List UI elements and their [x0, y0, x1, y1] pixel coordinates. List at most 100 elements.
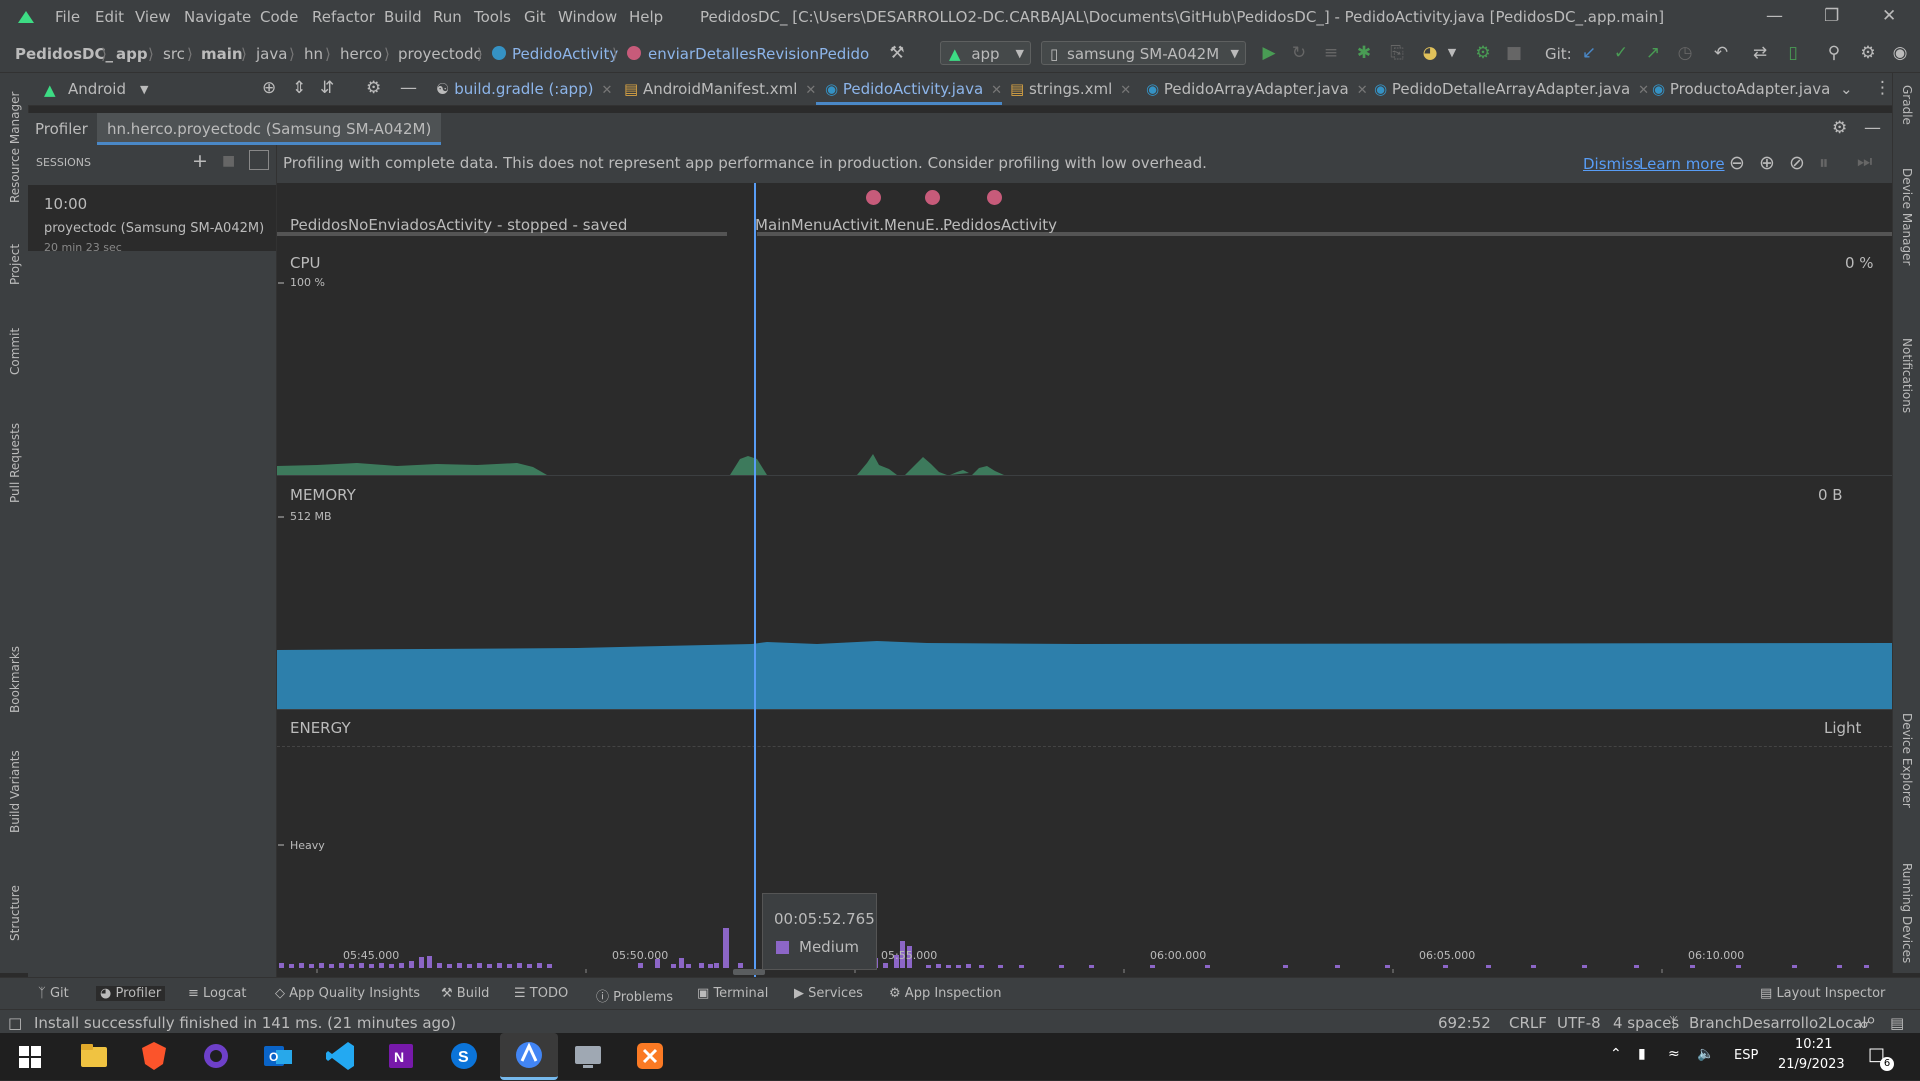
breadcrumb-project[interactable]: PedidosDC_: [15, 45, 113, 63]
file-tab-manifest[interactable]: ▤ AndroidManifest.xml ✕: [624, 80, 816, 98]
file-tab-strings[interactable]: ▤ strings.xml ✕: [1010, 80, 1131, 98]
hide-icon[interactable]: —: [400, 78, 417, 98]
menu-edit[interactable]: Edit: [95, 8, 124, 26]
close-icon[interactable]: ✕: [1357, 83, 1368, 98]
xampp-icon[interactable]: [632, 1038, 668, 1074]
tool-device-manager[interactable]: Device Manager: [1900, 168, 1914, 265]
profile-icon[interactable]: ◕: [1421, 44, 1439, 62]
remote-desktop-icon[interactable]: [570, 1038, 606, 1074]
session-item[interactable]: 10:00 proyectodc (Samsung SM-A042M) 20 m…: [28, 185, 276, 254]
add-session-icon[interactable]: +: [192, 150, 208, 172]
tool-device-explorer[interactable]: Device Explorer: [1900, 713, 1914, 808]
tool-project[interactable]: Project: [8, 244, 22, 285]
close-icon[interactable]: ✕: [1638, 83, 1649, 98]
git-commit-icon[interactable]: ✓: [1612, 44, 1630, 62]
tool-bookmarks[interactable]: Bookmarks: [8, 646, 22, 713]
zoom-in-icon[interactable]: ⊕: [1759, 152, 1775, 174]
gear-icon[interactable]: ⚙: [366, 78, 381, 98]
tool-profiler[interactable]: ◕ Profiler: [96, 986, 166, 1001]
gradle-sync-icon[interactable]: ⇄: [1751, 44, 1769, 62]
close-icon[interactable]: ✕: [805, 83, 816, 98]
tool-resource-manager[interactable]: Resource Manager: [8, 92, 22, 203]
breadcrumb-app[interactable]: app: [116, 45, 148, 63]
tool-gradle[interactable]: Gradle: [1900, 85, 1914, 125]
tool-app-quality-insights[interactable]: ◇ App Quality Insights: [275, 986, 420, 1001]
brave-browser-icon[interactable]: [136, 1038, 172, 1074]
session-tab[interactable]: hn.herco.proyectodc (Samsung SM-A042M): [97, 113, 442, 145]
go-live-icon[interactable]: ⏭: [1857, 152, 1872, 172]
android-studio-taskbar-icon[interactable]: [500, 1033, 558, 1080]
tool-pull-requests[interactable]: Pull Requests: [8, 423, 22, 503]
stop-session-icon[interactable]: ■: [222, 153, 235, 169]
project-view-mode[interactable]: Android: [68, 80, 126, 98]
breadcrumb-java[interactable]: java: [256, 45, 287, 63]
app-inspection-icon[interactable]: ⚙: [1474, 44, 1492, 62]
menu-window[interactable]: Window: [558, 8, 617, 26]
profiler-timeline[interactable]: PedidosNoEnviadosActivity - stopped - sa…: [277, 183, 1892, 977]
app-s-icon[interactable]: S: [446, 1038, 482, 1074]
file-tab-build-gradle[interactable]: ☯ build.gradle (:app) ✕: [436, 80, 612, 98]
keyboard-language[interactable]: ESP: [1734, 1048, 1758, 1063]
breadcrumb-hn[interactable]: hn: [304, 45, 323, 63]
reset-zoom-icon[interactable]: ⊘: [1789, 152, 1805, 174]
menu-view[interactable]: View: [135, 8, 171, 26]
settings-icon[interactable]: ⚙: [1832, 118, 1847, 138]
breadcrumb-herco[interactable]: herco: [340, 45, 382, 63]
git-push-icon[interactable]: ↗: [1644, 44, 1662, 62]
search-icon[interactable]: ⚲: [1825, 44, 1843, 62]
windows-start-icon[interactable]: [19, 1046, 41, 1068]
tool-build-variants[interactable]: Build Variants: [8, 750, 22, 833]
onenote-icon[interactable]: N: [384, 1038, 420, 1074]
tool-build[interactable]: ⚒ Build: [441, 986, 489, 1001]
menu-navigate[interactable]: Navigate: [184, 8, 251, 26]
breadcrumb-class[interactable]: PedidoActivity: [512, 45, 618, 63]
menu-code[interactable]: Code: [260, 8, 298, 26]
rollback-icon[interactable]: ↶: [1712, 44, 1730, 62]
tool-terminal[interactable]: ▣ Terminal: [697, 986, 768, 1001]
apply-changes-icon[interactable]: ≡: [1322, 44, 1340, 62]
close-icon[interactable]: ✕: [1882, 6, 1896, 26]
tool-git[interactable]: ᛉ Git: [38, 986, 69, 1001]
battery-icon[interactable]: ▮: [1638, 1046, 1646, 1062]
clock-date[interactable]: 21/9/2023: [1778, 1057, 1845, 1072]
wifi-icon[interactable]: ≈: [1668, 1046, 1680, 1062]
collapse-panel-icon[interactable]: [249, 150, 269, 170]
hammer-icon[interactable]: ⚒: [888, 44, 906, 62]
minimize-panel-icon[interactable]: —: [1864, 118, 1881, 138]
debug-icon[interactable]: ✱: [1355, 44, 1373, 62]
pause-icon[interactable]: ⏸: [1819, 152, 1829, 174]
attach-debugger-icon[interactable]: ⎘: [1388, 44, 1406, 62]
dismiss-link[interactable]: Dismiss: [1583, 155, 1641, 173]
tool-layout-inspector[interactable]: ▤ Layout Inspector: [1760, 986, 1885, 1001]
close-icon[interactable]: ✕: [1120, 83, 1131, 98]
clock-time[interactable]: 10:21: [1795, 1037, 1832, 1052]
tray-chevron-up-icon[interactable]: ⌃: [1610, 1046, 1622, 1062]
breadcrumb-method[interactable]: enviarDetallesRevisionPedido: [648, 45, 869, 63]
breadcrumb-src[interactable]: src: [163, 45, 185, 63]
github-desktop-icon[interactable]: [198, 1038, 234, 1074]
file-tab-pedidoactivity[interactable]: ◉ PedidoActivity.java ✕: [825, 80, 1002, 98]
close-icon[interactable]: ✕: [601, 83, 612, 98]
tool-notifications[interactable]: Notifications: [1900, 338, 1914, 413]
history-icon[interactable]: ◷: [1676, 44, 1694, 62]
device-select[interactable]: ▯ samsung SM-A042M ▼: [1041, 41, 1246, 65]
close-icon[interactable]: ✕: [991, 83, 1002, 98]
file-tab-pedidodetallearrayadapter[interactable]: ◉ PedidoDetalleArrayAdapter.java ✕: [1374, 80, 1649, 98]
settings-icon[interactable]: ⚙: [1859, 44, 1877, 62]
file-tab-productoadapter[interactable]: ◉ ProductoAdapter.java: [1652, 80, 1830, 98]
run-config-select[interactable]: ▲ app ▼: [940, 41, 1031, 65]
line-separator[interactable]: CRLF: [1509, 1014, 1547, 1032]
caret-position[interactable]: 692:52: [1438, 1014, 1491, 1032]
status-panel-icon[interactable]: □: [8, 1014, 22, 1032]
git-branch[interactable]: BranchDesarrollo2Local: [1689, 1014, 1867, 1032]
menu-help[interactable]: Help: [629, 8, 663, 26]
account-icon[interactable]: ◉: [1891, 44, 1909, 62]
git-update-icon[interactable]: ↙: [1580, 44, 1598, 62]
expand-all-icon[interactable]: ⇕: [292, 78, 306, 98]
tool-running-devices[interactable]: Running Devices: [1900, 863, 1914, 963]
profiler-tab[interactable]: Profiler: [35, 120, 88, 138]
file-tab-pedidoarrayadapter[interactable]: ◉ PedidoArrayAdapter.java ✕: [1146, 80, 1368, 98]
menu-build[interactable]: Build: [384, 8, 422, 26]
run-icon[interactable]: ▶: [1260, 44, 1278, 62]
status-message[interactable]: Install successfully finished in 141 ms.…: [34, 1014, 456, 1032]
